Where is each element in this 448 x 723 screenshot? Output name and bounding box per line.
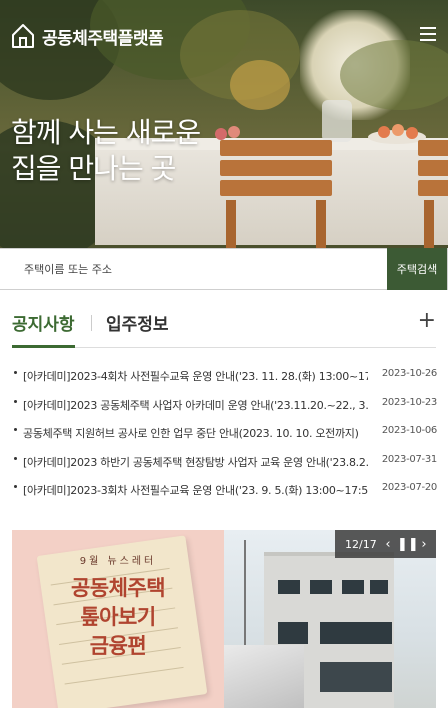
notice-date: 2023-10-06 [381, 425, 437, 436]
banner-title: 공동체주택 톺아보기 금융편 [12, 574, 224, 661]
tab-move-in-info[interactable]: 입주정보 [106, 310, 169, 348]
notice-list: [아카데미]2023-4회차 사전필수교육 운영 안내('23. 11. 28.… [14, 368, 438, 511]
banner-title-line2: 톺아보기 [80, 605, 156, 629]
bullet-icon [14, 428, 17, 431]
house-search-bar: 주택검색 [0, 248, 448, 290]
plus-icon[interactable]: + [418, 308, 436, 333]
bullet-icon [14, 399, 17, 403]
notice-date: 2023-07-31 [381, 453, 437, 465]
site-logo[interactable]: 공동체주택플랫폼 [11, 23, 164, 49]
notice-title: [아카데미]2023 공동체주택 사업자 아카데미 운영 안내('23.11.2… [23, 398, 368, 412]
bullet-icon [14, 371, 17, 374]
top-navigation-bar: 공동체주택플랫폼 [0, 0, 448, 70]
list-item[interactable]: 공동체주택 지원허브 공사로 인한 업무 중단 안내(2023. 10. 10.… [14, 425, 438, 454]
list-item[interactable]: [아카데미]2023 하반기 공동체주택 현장탐방 사업자 교육 운영 안내('… [14, 454, 438, 483]
chevron-right-icon[interactable]: › [415, 537, 433, 552]
notice-date: 2023-10-26 [381, 368, 437, 379]
slide-counter: 12/17 [345, 537, 377, 551]
notice-title: 공동체주택 지원허브 공사로 인한 업무 중단 안내(2023. 10. 10.… [23, 427, 359, 440]
hero-title: 함께 사는 새로운 집을 만나는 곳 [11, 115, 201, 187]
tab-notices[interactable]: 공지사항 [12, 310, 75, 348]
banner-title-line1: 공동체주택 [70, 576, 166, 600]
bullet-icon [14, 485, 17, 488]
list-item[interactable]: [아카데미]2023-3회차 사전필수교육 운영 안내('23. 9. 5.(화… [14, 482, 438, 511]
list-item[interactable]: [아카데미]2023-4회차 사전필수교육 운영 안내('23. 11. 28.… [14, 368, 438, 397]
notice-title: [아카데미]2023-3회차 사전필수교육 운영 안내('23. 9. 5.(화… [23, 484, 368, 497]
hero-banner: 공동체주택플랫폼 함께 사는 새로운 집을 만나는 곳 [0, 0, 448, 248]
list-item[interactable]: [아카데미]2023 공동체주택 사업자 아카데미 운영 안내('23.11.2… [14, 397, 438, 426]
hero-title-line1: 함께 사는 새로운 [11, 116, 201, 149]
bullet-icon [14, 456, 17, 460]
hamburger-icon[interactable] [420, 27, 436, 41]
notice-date: 2023-07-20 [381, 482, 437, 493]
house-icon [12, 24, 34, 48]
promo-banner-slider[interactable]: 9월 뉴스레터 공동체주택 톺아보기 금융편 12/17 ‹ ❚❚ › [12, 530, 436, 708]
chevron-left-icon[interactable]: ‹ [379, 537, 397, 552]
notice-title: [아카데미]2023-4회차 사전필수교육 운영 안내('23. 11. 28.… [23, 370, 368, 383]
banner-subtitle: 9월 뉴스레터 [79, 556, 157, 567]
notice-tabs: 공지사항 입주정보 + [12, 308, 436, 348]
tab-divider [91, 315, 92, 331]
notice-date: 2023-10-23 [381, 396, 437, 408]
notice-title: [아카데미]2023 하반기 공동체주택 현장탐방 사업자 교육 운영 안내('… [23, 455, 368, 469]
newsletter-slide[interactable]: 9월 뉴스레터 공동체주택 톺아보기 금융편 [12, 530, 224, 708]
pause-icon[interactable]: ❚❚ [397, 537, 419, 552]
banner-title-line3: 금융편 [89, 634, 147, 658]
hero-title-line2: 집을 만나는 곳 [11, 152, 176, 185]
logo-text: 공동체주택플랫폼 [42, 28, 164, 49]
search-input[interactable] [0, 249, 388, 289]
slide-controls: 12/17 ‹ ❚❚ › [335, 530, 436, 558]
search-button[interactable]: 주택검색 [387, 248, 447, 290]
